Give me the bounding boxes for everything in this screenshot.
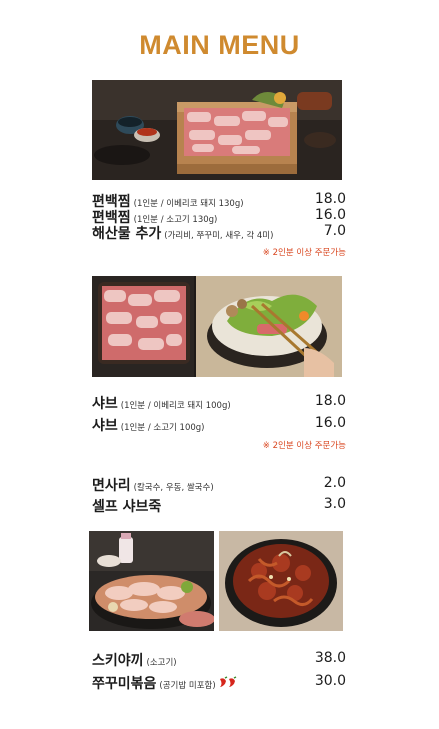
menu-item-noodles: 면사리 (칼국수, 우동, 쌀국수) 2.0 [92, 475, 346, 495]
menu-item-detail: (칼국수, 우동, 쌀국수) [133, 483, 214, 493]
menu-item-price: 38.0 [314, 650, 346, 666]
menu-item-name: 스키야끼 [92, 653, 144, 669]
menu-item-detail: (1인분 / 소고기 100g) [120, 423, 205, 433]
page-title: MAIN MENU [139, 30, 300, 60]
menu-item-shabu-beef: 샤브 (1인분 / 소고기 100g) 16.0 [92, 415, 346, 435]
menu-item-seafood-add: 해산물 추가 (가리비, 쭈꾸미, 새우, 각 4미) 7.0 [92, 223, 346, 243]
menu-item-sukiyaki: 스키야끼 (소고기) 38.0 [92, 650, 346, 670]
min-order-note: ※ 2인분 이상 주문가능 [262, 248, 346, 258]
menu-item-jjukkumi: 쭈꾸미볶음 (공기밥 미포함) 30.0 [92, 673, 346, 693]
menu-item-price: 16.0 [314, 415, 346, 431]
menu-item-price: 7.0 [323, 223, 346, 239]
menu-item-price: 18.0 [314, 191, 346, 207]
menu-item-price: 16.0 [314, 207, 346, 223]
menu-item-detail: (소고기) [146, 658, 177, 668]
menu-item-price: 30.0 [314, 673, 346, 689]
chili-pepper-icon [218, 676, 238, 692]
menu-item-name: 해산물 추가 [92, 226, 162, 242]
menu-item-price: 3.0 [323, 496, 346, 512]
menu-item-detail: (가리비, 쭈꾸미, 새우, 각 4미) [164, 231, 274, 241]
menu-item-name: 샤브 [92, 418, 118, 434]
menu-item-self-shabu-porridge: 셀프 샤브죽 3.0 [92, 496, 346, 516]
shabu-photo [92, 276, 342, 377]
steamed-meat-photo [92, 80, 342, 180]
menu-item-shabu-pork: 샤브 (1인분 / 이베리코 돼지 100g) 18.0 [92, 393, 346, 413]
menu-item-price: 18.0 [314, 393, 346, 409]
menu-item-price: 2.0 [323, 475, 346, 491]
min-order-note: ※ 2인분 이상 주문가능 [262, 441, 346, 451]
jjukkumi-photo [219, 531, 343, 631]
menu-item-name: 샤브 [92, 396, 118, 412]
sukiyaki-photo [89, 531, 214, 631]
menu-item-detail: (공기밥 미포함) [159, 681, 216, 691]
menu-item-name: 쭈꾸미볶음 [92, 676, 157, 692]
menu-item-name: 셀프 샤브죽 [92, 499, 162, 515]
menu-item-detail: (1인분 / 이베리코 돼지 100g) [120, 401, 231, 411]
menu-item-name: 면사리 [92, 478, 131, 494]
